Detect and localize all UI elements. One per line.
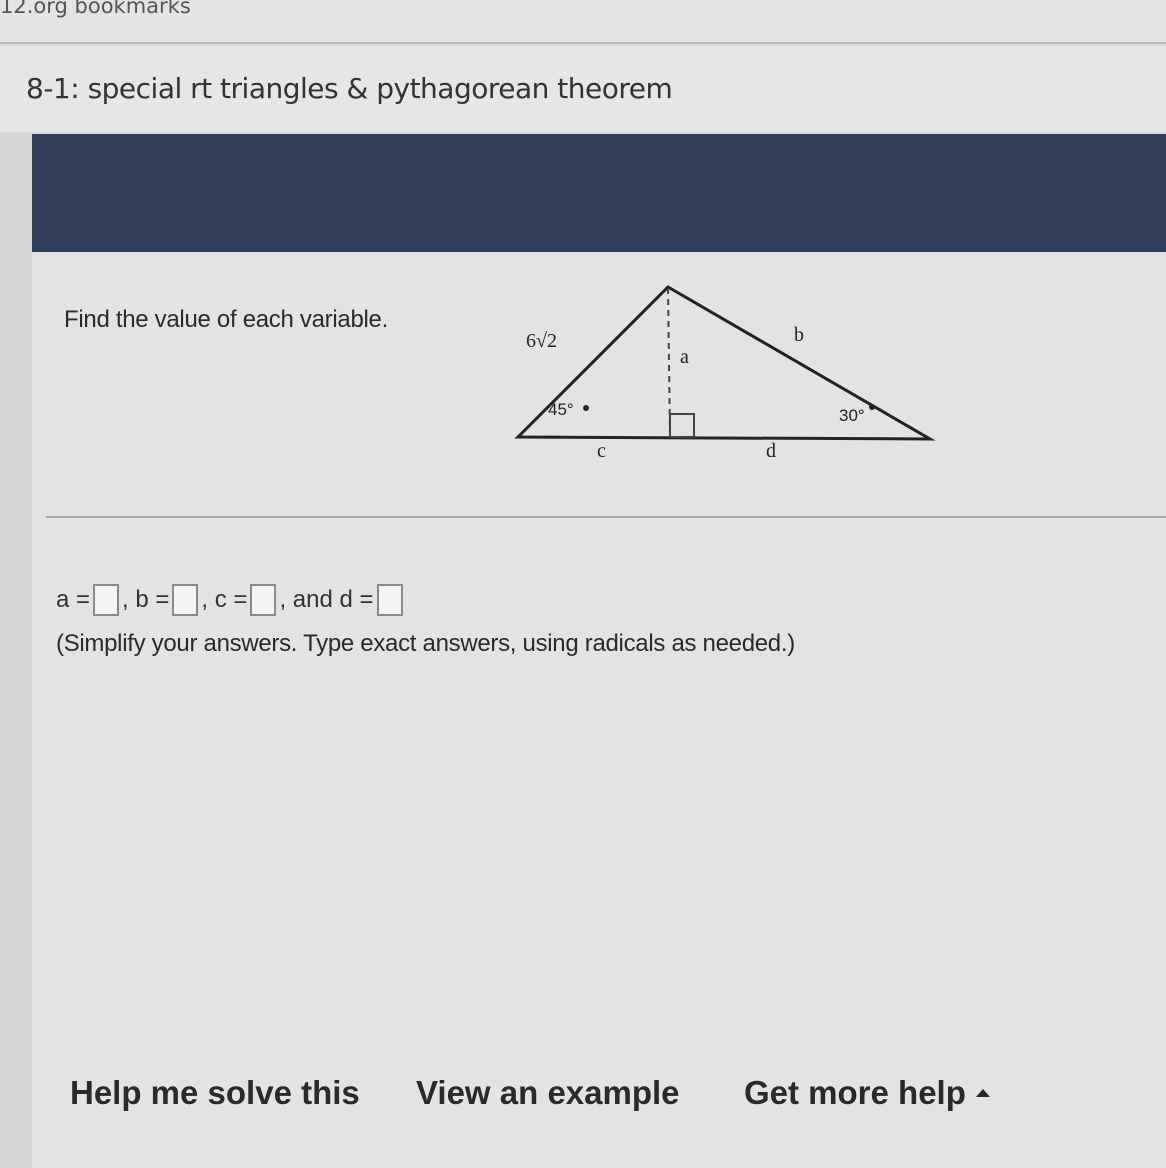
answer-row: a = , b = , c = , and d = <box>56 584 406 616</box>
angle-mark-45 <box>583 405 589 411</box>
question-header-band <box>32 134 1166 252</box>
answer-input-a[interactable] <box>93 584 120 616</box>
answer-label-c: , c = <box>201 586 248 613</box>
help-me-solve-button[interactable]: Help me solve this <box>70 1074 360 1112</box>
title-area: 8-1: special rt triangles & pythagorean … <box>0 46 1166 132</box>
answer-label-a: a = <box>56 586 91 613</box>
label-base-d: d <box>766 440 776 462</box>
get-more-help-label: Get more help <box>744 1074 966 1111</box>
answer-input-d[interactable] <box>376 584 403 616</box>
caret-up-icon <box>975 1089 990 1097</box>
get-more-help-button[interactable]: Get more help <box>744 1074 990 1112</box>
label-altitude-a: a <box>680 346 689 368</box>
label-angle-30: 30° <box>839 406 865 425</box>
label-hypotenuse-left: 6√2 <box>526 330 557 352</box>
answer-label-d: , and d = <box>279 586 374 613</box>
section-divider <box>46 516 1166 518</box>
assignment-title: 8-1: special rt triangles & pythagorean … <box>26 72 673 105</box>
bookmarks-label[interactable]: 12.org bookmarks <box>0 0 191 18</box>
triangle-figure: 6√2 45° a b 30° c d <box>508 280 938 470</box>
answer-label-b: , b = <box>122 586 170 613</box>
bookmarks-bar: 12.org bookmarks <box>0 0 1166 44</box>
label-base-c: c <box>597 440 606 462</box>
label-side-b: b <box>794 324 804 346</box>
answer-hint: (Simplify your answers. Type exact answe… <box>56 630 795 657</box>
page: 12.org bookmarks 8-1: special rt triangl… <box>0 0 1166 1168</box>
label-angle-45: 45° <box>548 400 574 419</box>
answer-input-b[interactable] <box>172 584 199 616</box>
view-example-button[interactable]: View an example <box>416 1074 680 1112</box>
angle-mark-30 <box>869 404 875 410</box>
right-angle-marker <box>669 413 695 438</box>
left-rail <box>0 132 32 1168</box>
answer-input-c[interactable] <box>250 584 277 616</box>
triangle-diagram <box>514 285 936 441</box>
question-instruction: Find the value of each variable. <box>64 306 388 333</box>
triangle-outline <box>514 285 936 441</box>
